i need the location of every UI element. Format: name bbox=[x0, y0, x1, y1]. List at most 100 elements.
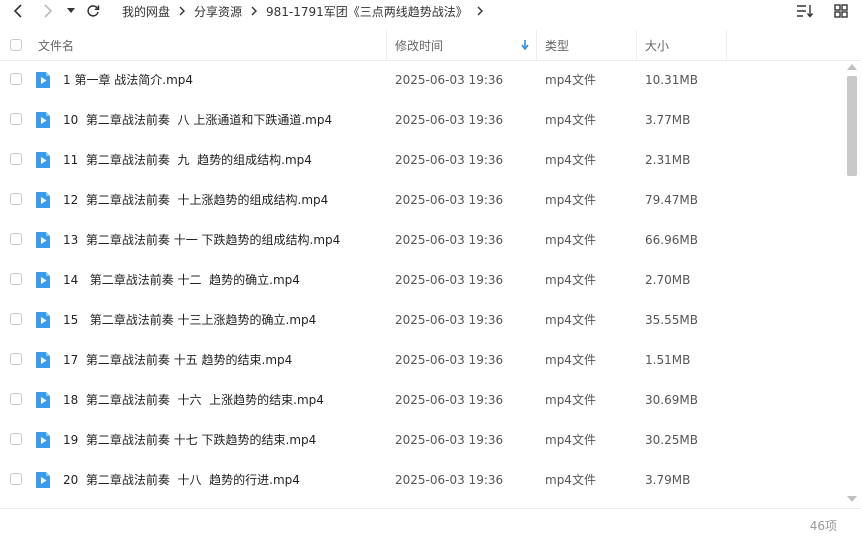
file-type: mp4文件 bbox=[545, 153, 596, 167]
column-modified-header[interactable]: 修改时间 bbox=[395, 30, 443, 60]
chevron-right-icon bbox=[44, 4, 53, 18]
back-button[interactable] bbox=[8, 0, 28, 22]
video-file-icon bbox=[36, 272, 50, 288]
scroll-down-arrow-icon[interactable] bbox=[847, 496, 857, 502]
status-bar: 46项 bbox=[0, 508, 861, 535]
file-size: 3.79MB bbox=[645, 473, 691, 487]
file-modified: 2025-06-03 19:36 bbox=[395, 113, 504, 127]
file-row[interactable]: 17 第二章战法前奏 十五 趋势的结束.mp4 2025-06-03 19:36 m… bbox=[0, 340, 844, 380]
file-type: mp4文件 bbox=[545, 353, 596, 367]
file-type: mp4文件 bbox=[545, 113, 596, 127]
file-name[interactable]: 11 第二章战法前奏 九 趋势的组成结构.mp4 bbox=[63, 140, 312, 180]
video-file-icon bbox=[36, 112, 50, 128]
file-type: mp4文件 bbox=[545, 73, 596, 87]
chevron-right-icon[interactable] bbox=[472, 0, 488, 22]
breadcrumb: 我的网盘 分享资源 981-1791军团《三点两线趋势战法》 bbox=[118, 0, 488, 22]
column-divider[interactable] bbox=[386, 30, 387, 60]
breadcrumb-item[interactable]: 分享资源 bbox=[190, 3, 246, 20]
grid-view-button[interactable] bbox=[831, 1, 851, 21]
column-divider[interactable] bbox=[536, 30, 537, 60]
file-name[interactable]: 20 第二章战法前奏 十八 趋势的行进.mp4 bbox=[63, 460, 300, 500]
file-name[interactable]: 18 第二章战法前奏 十六 上涨趋势的结束.mp4 bbox=[63, 380, 324, 420]
file-size: 10.31MB bbox=[645, 73, 698, 87]
file-type: mp4文件 bbox=[545, 433, 596, 447]
file-modified: 2025-06-03 19:36 bbox=[395, 313, 504, 327]
file-modified: 2025-06-03 19:36 bbox=[395, 193, 504, 207]
file-list: 1 第一章 战法简介.mp4 2025-06-03 19:36 mp4文件 10.31… bbox=[0, 60, 844, 502]
refresh-icon bbox=[87, 5, 100, 17]
sort-list-icon bbox=[797, 5, 814, 18]
grid-view-icon bbox=[834, 4, 848, 18]
toolbar: 我的网盘 分享资源 981-1791军团《三点两线趋势战法》 bbox=[0, 0, 861, 22]
column-name-header[interactable]: 文件名 bbox=[38, 30, 74, 60]
scrollbar[interactable] bbox=[845, 60, 859, 506]
file-name[interactable]: 17 第二章战法前奏 十五 趋势的结束.mp4 bbox=[63, 340, 292, 380]
row-checkbox[interactable] bbox=[10, 313, 22, 325]
video-file-icon bbox=[36, 72, 50, 88]
column-divider[interactable] bbox=[726, 30, 727, 60]
file-row[interactable]: 10 第二章战法前奏 八 上涨通道和下跌通道.mp4 2025-06-03 19:… bbox=[0, 100, 844, 140]
forward-button[interactable] bbox=[38, 0, 58, 22]
sort-button[interactable] bbox=[795, 1, 815, 21]
item-count: 46项 bbox=[809, 519, 837, 533]
file-size: 66.96MB bbox=[645, 233, 698, 247]
history-dropdown-button[interactable] bbox=[62, 0, 80, 22]
file-modified: 2025-06-03 19:36 bbox=[395, 273, 504, 287]
file-type: mp4文件 bbox=[545, 473, 596, 487]
file-row[interactable]: 12 第二章战法前奏 十上涨趋势的组成结构.mp4 2025-06-03 19:3… bbox=[0, 180, 844, 220]
column-divider[interactable] bbox=[636, 30, 637, 60]
file-size: 35.55MB bbox=[645, 313, 698, 327]
row-checkbox[interactable] bbox=[10, 153, 22, 165]
breadcrumb-item[interactable]: 981-1791军团《三点两线趋势战法》 bbox=[262, 3, 472, 20]
file-row[interactable]: 19 第二章战法前奏 十七 下跌趋势的结束.mp4 2025-06-03 19:3… bbox=[0, 420, 844, 460]
video-file-icon bbox=[36, 312, 50, 328]
file-name[interactable]: 14 第二章战法前奏 十二 趋势的确立.mp4 bbox=[63, 260, 300, 300]
breadcrumb-item[interactable]: 我的网盘 bbox=[118, 3, 174, 20]
chevron-right-icon bbox=[174, 0, 190, 22]
row-checkbox[interactable] bbox=[10, 353, 22, 365]
file-row[interactable]: 11 第二章战法前奏 九 趋势的组成结构.mp4 2025-06-03 19:36… bbox=[0, 140, 844, 180]
file-row[interactable]: 1 第一章 战法简介.mp4 2025-06-03 19:36 mp4文件 10.31… bbox=[0, 60, 844, 100]
chevron-right-icon bbox=[246, 0, 262, 22]
file-modified: 2025-06-03 19:36 bbox=[395, 153, 504, 167]
video-file-icon bbox=[36, 472, 50, 488]
file-type: mp4文件 bbox=[545, 393, 596, 407]
file-size: 3.77MB bbox=[645, 113, 691, 127]
row-checkbox[interactable] bbox=[10, 73, 22, 85]
file-type: mp4文件 bbox=[545, 233, 596, 247]
row-checkbox[interactable] bbox=[10, 193, 22, 205]
select-all-checkbox[interactable] bbox=[10, 39, 22, 51]
file-row[interactable]: 14 第二章战法前奏 十二 趋势的确立.mp4 2025-06-03 19:36 m… bbox=[0, 260, 844, 300]
file-row[interactable]: 20 第二章战法前奏 十八 趋势的行进.mp4 2025-06-03 19:36 m… bbox=[0, 460, 844, 500]
file-modified: 2025-06-03 19:36 bbox=[395, 433, 504, 447]
column-type-header[interactable]: 类型 bbox=[545, 30, 569, 60]
row-checkbox[interactable] bbox=[10, 273, 22, 285]
scroll-up-arrow-icon[interactable] bbox=[847, 64, 857, 70]
video-file-icon bbox=[36, 232, 50, 248]
file-name[interactable]: 1 第一章 战法简介.mp4 bbox=[63, 60, 193, 100]
row-checkbox[interactable] bbox=[10, 113, 22, 125]
scrollbar-thumb[interactable] bbox=[847, 76, 857, 176]
file-name[interactable]: 15 第二章战法前奏 十三上涨趋势的确立.mp4 bbox=[63, 300, 316, 340]
file-modified: 2025-06-03 19:36 bbox=[395, 473, 504, 487]
file-name[interactable]: 10 第二章战法前奏 八 上涨通道和下跌通道.mp4 bbox=[63, 100, 332, 140]
row-checkbox[interactable] bbox=[10, 433, 22, 445]
video-file-icon bbox=[36, 192, 50, 208]
video-file-icon bbox=[36, 152, 50, 168]
refresh-button[interactable] bbox=[83, 0, 103, 22]
column-size-header[interactable]: 大小 bbox=[645, 30, 669, 60]
file-name[interactable]: 12 第二章战法前奏 十上涨趋势的组成结构.mp4 bbox=[63, 180, 328, 220]
file-name[interactable]: 13 第二章战法前奏 十一 下跌趋势的组成结构.mp4 bbox=[63, 220, 340, 260]
file-name[interactable]: 19 第二章战法前奏 十七 下跌趋势的结束.mp4 bbox=[63, 420, 316, 460]
row-checkbox[interactable] bbox=[10, 473, 22, 485]
file-row[interactable]: 18 第二章战法前奏 十六 上涨趋势的结束.mp4 2025-06-03 19:3… bbox=[0, 380, 844, 420]
file-modified: 2025-06-03 19:36 bbox=[395, 393, 504, 407]
row-checkbox[interactable] bbox=[10, 233, 22, 245]
file-modified: 2025-06-03 19:36 bbox=[395, 233, 504, 247]
file-size: 2.31MB bbox=[645, 153, 691, 167]
row-checkbox[interactable] bbox=[10, 393, 22, 405]
file-row[interactable]: 15 第二章战法前奏 十三上涨趋势的确立.mp4 2025-06-03 19:36… bbox=[0, 300, 844, 340]
file-size: 2.70MB bbox=[645, 273, 691, 287]
file-modified: 2025-06-03 19:36 bbox=[395, 73, 504, 87]
file-row[interactable]: 13 第二章战法前奏 十一 下跌趋势的组成结构.mp4 2025-06-03 19… bbox=[0, 220, 844, 260]
